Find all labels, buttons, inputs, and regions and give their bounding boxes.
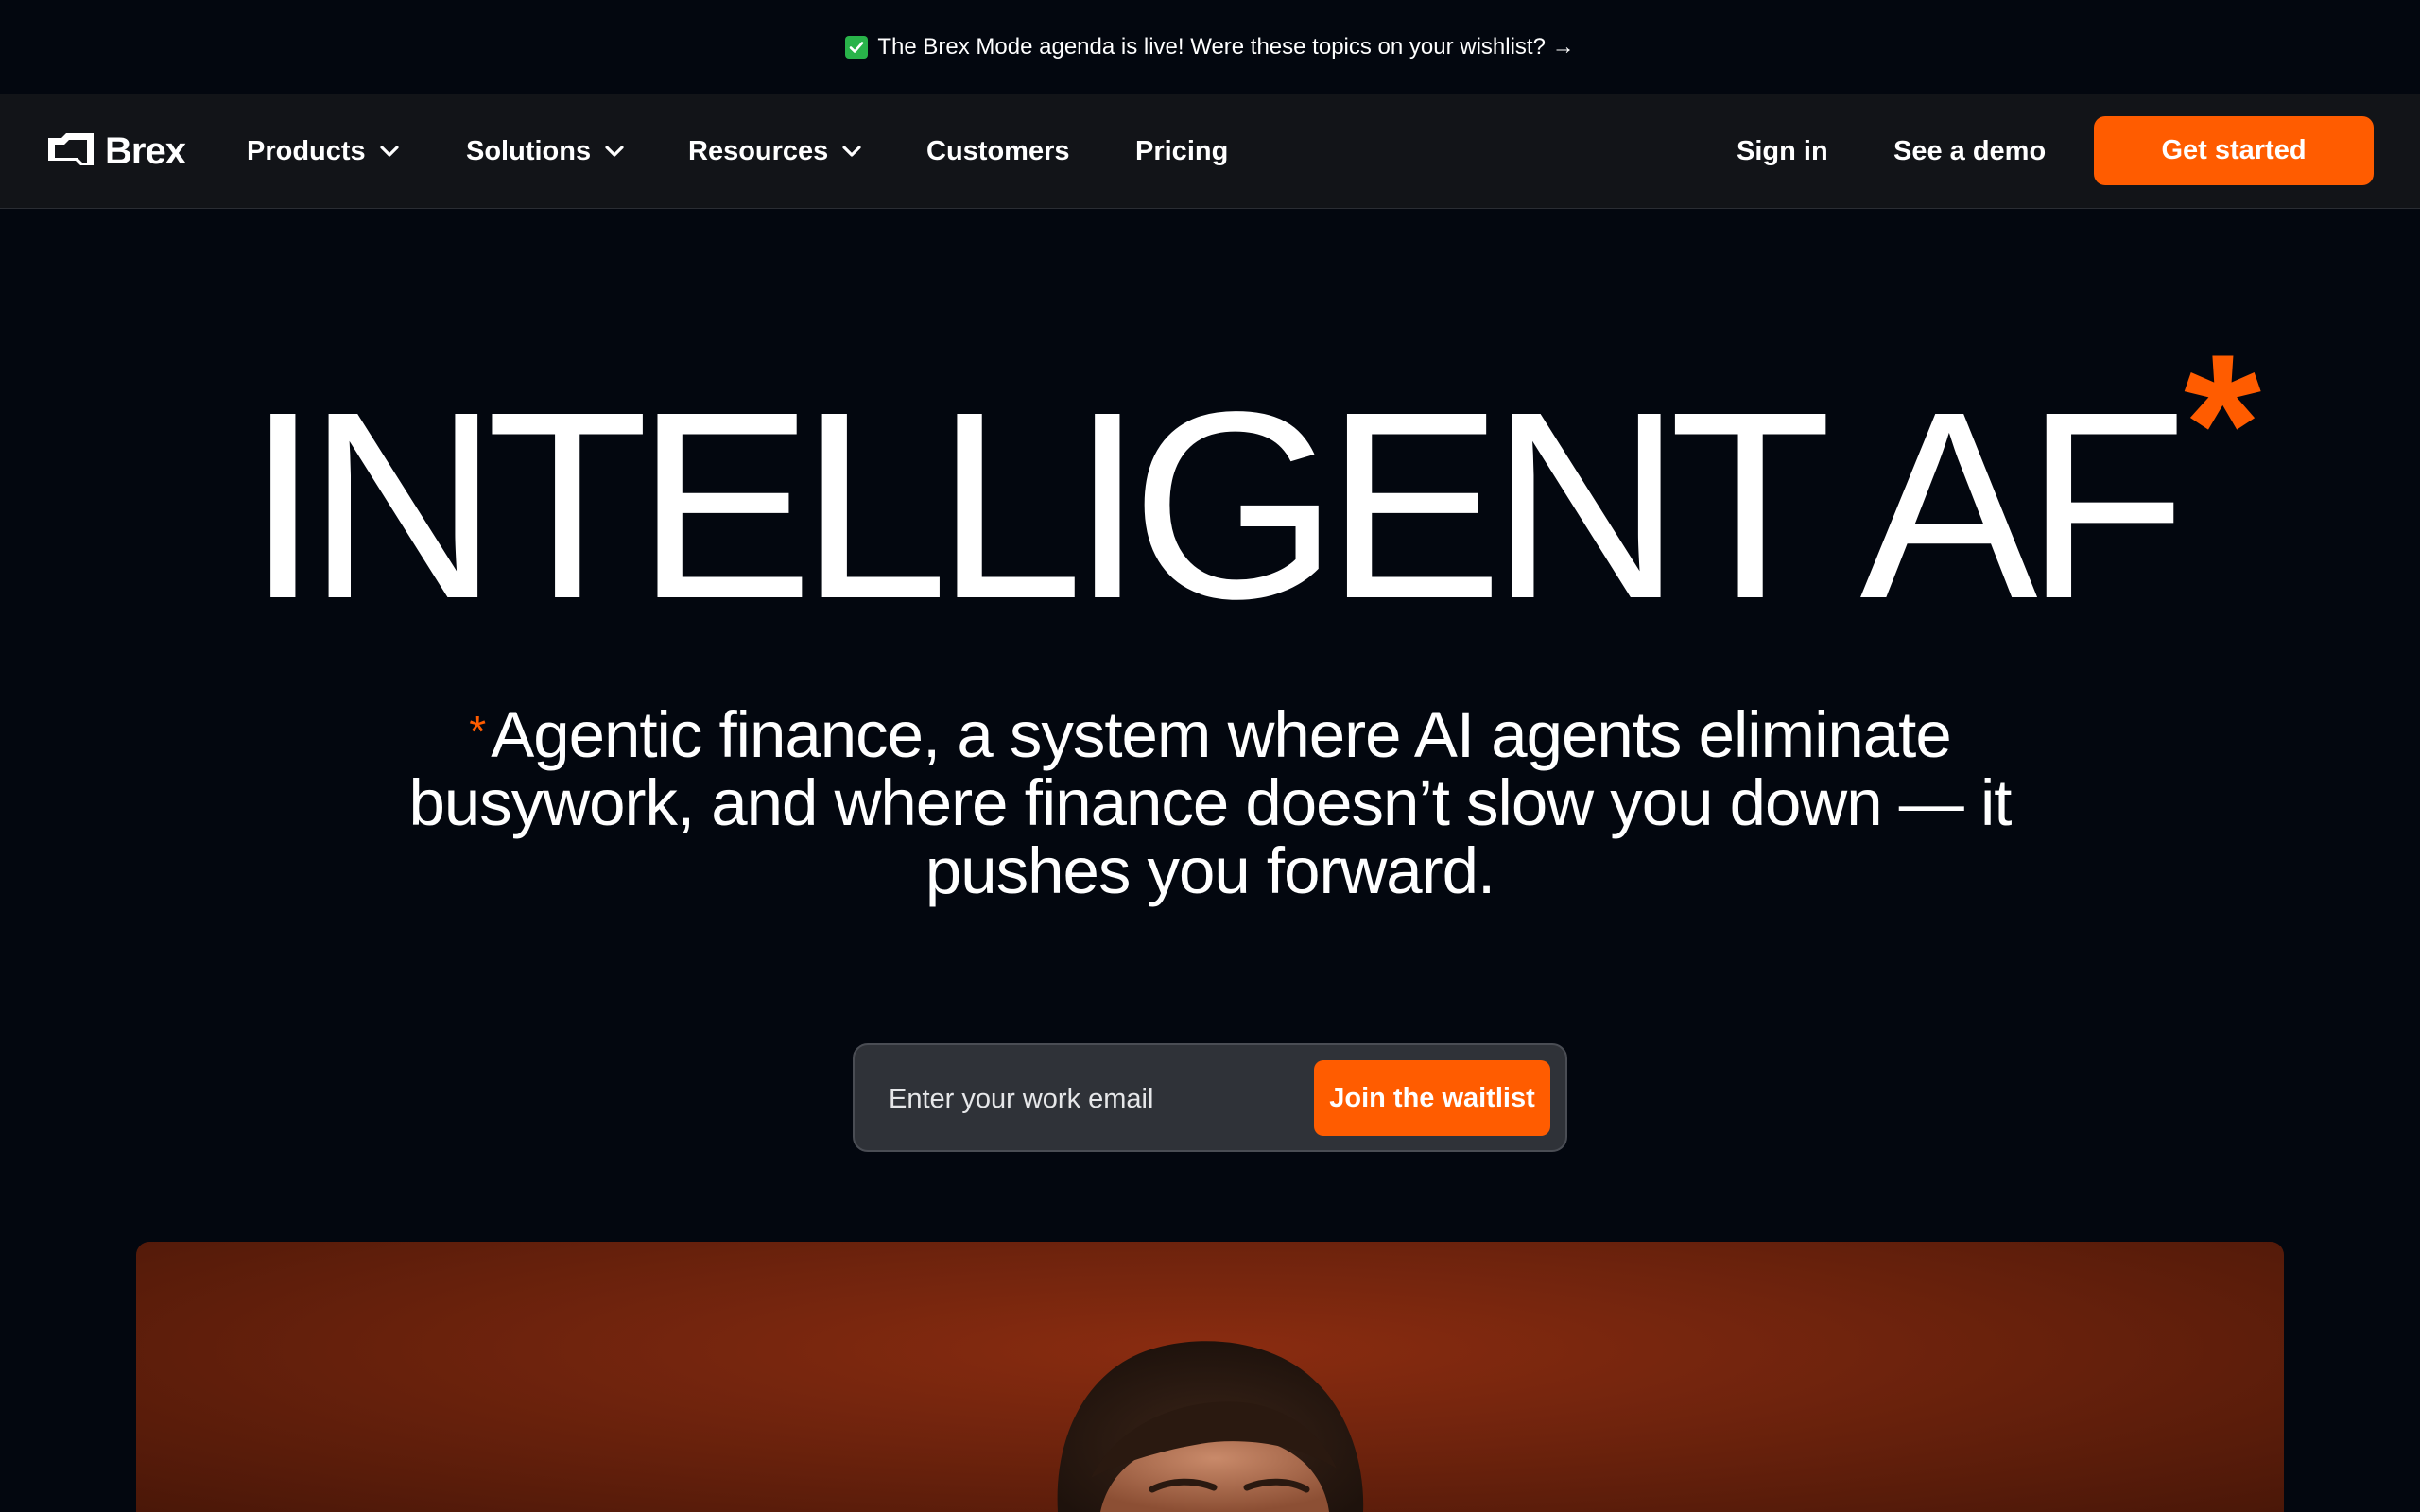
nav-pricing-label: Pricing bbox=[1135, 135, 1229, 166]
hero-title: INTELLIGENT AF bbox=[246, 356, 2187, 654]
hero-video bbox=[136, 1242, 2284, 1512]
announcement-link[interactable]: The Brex Mode agenda is live! Were these… bbox=[845, 34, 1575, 60]
get-started-button[interactable]: Get started bbox=[2094, 116, 2374, 185]
hero-title-container: INTELLIGENT AF * bbox=[0, 325, 2420, 643]
see-demo-link[interactable]: See a demo bbox=[1893, 132, 2046, 170]
join-waitlist-button[interactable]: Join the waitlist bbox=[1314, 1060, 1550, 1136]
chevron-down-icon bbox=[604, 145, 625, 158]
hero-subtitle-asterisk: * bbox=[469, 707, 486, 756]
brex-logo[interactable]: Brex bbox=[46, 129, 186, 174]
nav-solutions-label: Solutions bbox=[466, 135, 592, 166]
sign-in-link[interactable]: Sign in bbox=[1737, 132, 1828, 170]
nav-customers[interactable]: Customers bbox=[926, 132, 1070, 170]
top-navbar: Brex Products Solutions Resources Custom… bbox=[0, 94, 2420, 209]
nav-pricing[interactable]: Pricing bbox=[1135, 132, 1228, 170]
nav-customers-label: Customers bbox=[926, 135, 1070, 166]
hero-subtitle-container: *Agentic finance, a system where AI agen… bbox=[359, 701, 2061, 905]
brex-logo-text: Brex bbox=[105, 129, 186, 172]
work-email-input[interactable] bbox=[889, 1074, 1286, 1125]
sign-in-label: Sign in bbox=[1737, 135, 1828, 166]
see-demo-label: See a demo bbox=[1893, 135, 2047, 166]
chevron-down-icon bbox=[841, 145, 862, 158]
nav-products-label: Products bbox=[247, 135, 366, 166]
waitlist-form: Join the waitlist bbox=[853, 1043, 1567, 1152]
nav-resources-label: Resources bbox=[688, 135, 829, 166]
person-image bbox=[1057, 1341, 1364, 1512]
nav-resources[interactable]: Resources bbox=[688, 132, 862, 170]
chevron-down-icon bbox=[379, 145, 400, 158]
hero-title-asterisk: * bbox=[2184, 313, 2261, 535]
nav-solutions[interactable]: Solutions bbox=[466, 132, 625, 170]
hero-title-wrap: INTELLIGENT AF * bbox=[246, 325, 2261, 643]
check-box-icon bbox=[845, 36, 869, 59]
announcement-bar: The Brex Mode agenda is live! Were these… bbox=[0, 0, 2420, 94]
announcement-text: The Brex Mode agenda is live! Were these… bbox=[877, 34, 1575, 60]
nav-products[interactable]: Products bbox=[247, 132, 400, 170]
brex-logo-icon bbox=[46, 130, 95, 173]
hero-subtitle: Agentic finance, a system where AI agent… bbox=[408, 698, 2013, 907]
